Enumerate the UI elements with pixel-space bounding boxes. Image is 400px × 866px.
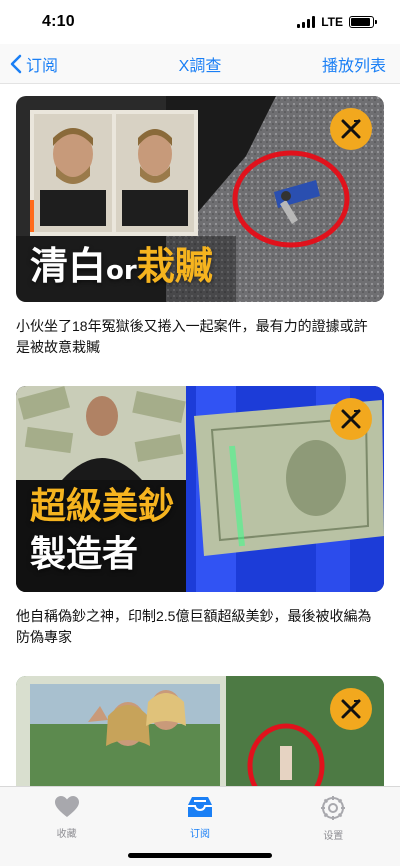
episode-title[interactable]: 小伙坐了18年冤獄後又捲入一起案件，最有力的證據或許是被故意栽贓 [16,316,384,358]
episode-title[interactable]: 他自稱偽鈔之神，印制2.5億巨額超級美鈔，最後被收編為防偽專家 [16,606,384,648]
inbox-tray-icon [187,797,212,817]
episode-thumbnail[interactable]: 超級美鈔 製造者 [16,386,384,592]
thumbnail-caption-2: 製造者 [30,534,139,575]
thumbnail-illustration [16,676,384,786]
status-bar: 4:10 LTE [0,0,400,44]
network-label: LTE [321,15,343,29]
episode-thumbnail[interactable] [16,676,384,786]
thumbnail-caption-2: 栽贓 [136,244,213,288]
x-logo-icon [341,409,361,429]
x-logo-icon [341,119,361,139]
x-logo-icon [341,699,361,719]
episode-card[interactable] [16,676,384,786]
status-indicators: LTE [297,15,377,29]
navigation-bar: 订阅 X調查 播放列表 [0,44,400,84]
home-indicator[interactable] [128,853,272,858]
tab-favorites-label: 收藏 [56,829,77,840]
tab-favorites[interactable]: 收藏 [12,795,122,866]
battery-icon [349,16,377,28]
x-logo-badge [330,108,372,150]
signal-icon [297,16,316,28]
heart-icon [54,796,79,817]
thumbnail-caption-or: or [106,256,137,286]
back-label: 订阅 [26,57,59,75]
thumbnail-caption-1: 清白 [30,244,107,288]
thumbnail-caption-1: 超級美鈔 [30,486,175,527]
tab-settings-label: 设置 [323,831,344,842]
tab-subscriptions-label: 订阅 [189,829,210,840]
chevron-left-icon [10,54,22,73]
episode-thumbnail[interactable]: 清白or栽贓 [16,96,384,302]
status-time: 4:10 [42,13,75,30]
playlist-button[interactable]: 播放列表 [322,52,386,76]
episode-feed[interactable]: 清白or栽贓 小伙坐了18年冤獄後又捲入一起案件，最有力的證據或許是被故意栽贓 [0,84,400,786]
gear-icon [321,796,346,820]
x-logo-badge [330,688,372,730]
tab-settings[interactable]: 设置 [278,795,388,866]
episode-card[interactable]: 清白or栽贓 小伙坐了18年冤獄後又捲入一起案件，最有力的證據或許是被故意栽贓 [16,96,384,358]
back-button[interactable]: 订阅 [10,52,58,76]
x-logo-badge [330,398,372,440]
episode-card[interactable]: 超級美鈔 製造者 他自稱偽鈔之神，印制2.5億巨額超級美鈔，最後被收編為防偽專家 [16,386,384,648]
tab-bar: 收藏 订阅 设置 [0,786,400,866]
